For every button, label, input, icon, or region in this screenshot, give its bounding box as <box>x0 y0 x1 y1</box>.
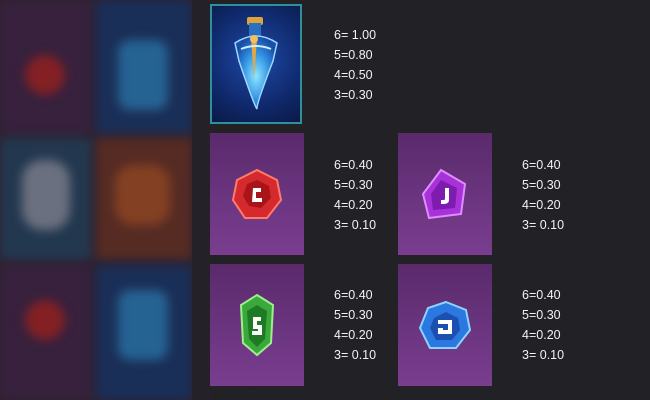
pay-equals: = <box>528 178 537 192</box>
blurred-game-reels <box>0 0 192 400</box>
pay-equals: = <box>528 158 537 172</box>
pay-count: 4 <box>522 328 529 342</box>
pay-equals: = <box>340 328 349 342</box>
pay-row: 6=0.40 <box>522 155 602 175</box>
green-gem-icon <box>239 293 275 357</box>
blue-potion-icon <box>234 17 278 110</box>
pay-equals: = <box>340 88 349 102</box>
pay-value: 0.40 <box>536 158 561 172</box>
pay-equals: = <box>340 68 349 82</box>
pay-row: 6=0.40 <box>522 285 602 305</box>
blue-gem-icon <box>418 300 472 349</box>
symbol-card-potion <box>210 4 302 124</box>
pay-row: 3=0.30 <box>334 85 414 105</box>
pay-row: 5=0.80 <box>334 45 414 65</box>
pay-equals: = <box>528 348 537 362</box>
pay-count: 5 <box>334 178 341 192</box>
pay-row: 3= 0.10 <box>522 345 602 365</box>
pay-count: 5 <box>334 308 341 322</box>
pay-value: 0.80 <box>348 48 373 62</box>
paytable-purple-gem: 6=0.40 5=0.30 4=0.20 3= 0.10 <box>522 155 602 235</box>
pay-count: 5 <box>334 48 341 62</box>
pay-count: 6 <box>522 158 529 172</box>
pay-row: 5=0.30 <box>522 305 602 325</box>
panel-edge <box>192 0 210 400</box>
pay-equals: = <box>340 308 349 322</box>
pay-equals: = <box>528 218 537 232</box>
pay-value: 0.10 <box>539 218 565 232</box>
pay-count: 5 <box>522 178 529 192</box>
purple-gem-icon <box>421 168 467 220</box>
pay-count: 6 <box>522 288 529 302</box>
pay-equals: = <box>528 328 537 342</box>
pay-row: 6= 1.00 <box>334 25 414 45</box>
pay-count: 3 <box>522 218 529 232</box>
pay-equals: = <box>340 28 349 42</box>
pay-count: 5 <box>522 308 529 322</box>
symbol-card-purple-gem <box>398 133 492 255</box>
pay-equals: = <box>340 158 349 172</box>
pay-count: 6 <box>334 28 341 42</box>
pay-count: 3 <box>334 218 341 232</box>
pay-value: 0.30 <box>536 178 561 192</box>
pay-value: 0.30 <box>348 178 373 192</box>
pay-count: 6 <box>334 288 341 302</box>
pay-value: 0.50 <box>348 68 373 82</box>
pay-equals: = <box>340 288 349 302</box>
pay-equals: = <box>528 198 537 212</box>
pay-value: 0.20 <box>536 198 561 212</box>
pay-value: 0.10 <box>539 348 565 362</box>
pay-value: 0.10 <box>351 348 377 362</box>
pay-value: 0.20 <box>348 328 373 342</box>
pay-value: 1.00 <box>351 28 377 42</box>
pay-count: 4 <box>334 68 341 82</box>
pay-count: 4 <box>334 328 341 342</box>
pay-count: 6 <box>334 158 341 172</box>
pay-value: 0.30 <box>348 88 373 102</box>
pay-row: 4=0.20 <box>522 195 602 215</box>
pay-row: 4=0.50 <box>334 65 414 85</box>
pay-value: 0.40 <box>536 288 561 302</box>
pay-value: 0.40 <box>348 158 373 172</box>
pay-value: 0.30 <box>536 308 561 322</box>
pay-row: 3= 0.10 <box>522 215 602 235</box>
pay-equals: = <box>528 308 537 322</box>
pay-equals: = <box>528 288 537 302</box>
pay-value: 0.10 <box>351 218 377 232</box>
paytable-blue-gem: 6=0.40 5=0.30 4=0.20 3= 0.10 <box>522 285 602 365</box>
pay-equals: = <box>340 178 349 192</box>
pay-value: 0.40 <box>348 288 373 302</box>
pay-equals: = <box>340 198 349 212</box>
pay-row: 4=0.20 <box>522 325 602 345</box>
pay-value: 0.20 <box>536 328 561 342</box>
symbol-card-blue-gem <box>398 264 492 386</box>
pay-equals: = <box>340 48 349 62</box>
pay-count: 3 <box>334 348 341 362</box>
symbol-card-green-gem <box>210 264 304 386</box>
background-dim-overlay <box>0 0 192 400</box>
pay-value: 0.20 <box>348 198 373 212</box>
red-gem-icon <box>231 168 283 219</box>
paytable-potion: 6= 1.00 5=0.80 4=0.50 3=0.30 <box>334 25 414 105</box>
pay-value: 0.30 <box>348 308 373 322</box>
pay-equals: = <box>340 218 349 232</box>
pay-count: 4 <box>522 198 529 212</box>
pay-count: 4 <box>334 198 341 212</box>
pay-count: 3 <box>334 88 341 102</box>
symbol-card-red-gem <box>210 133 304 255</box>
pay-row: 5=0.30 <box>522 175 602 195</box>
pay-count: 3 <box>522 348 529 362</box>
pay-equals: = <box>340 348 349 362</box>
